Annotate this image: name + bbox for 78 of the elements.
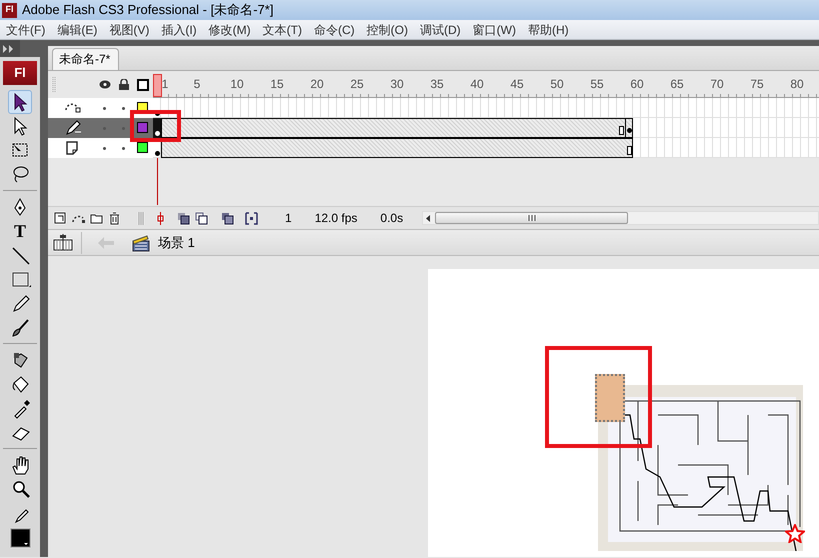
color-swatch-icon [9, 526, 31, 548]
layer-row[interactable] [48, 98, 153, 118]
visibility-dot[interactable] [103, 107, 106, 110]
scene-name[interactable]: 场景 1 [158, 232, 195, 252]
frame-number: 25 [349, 76, 365, 93]
tween-span[interactable] [161, 138, 633, 158]
frame-number: 5 [192, 76, 202, 93]
photo-placeholder [595, 374, 625, 422]
layer-color-square[interactable] [137, 142, 148, 153]
highlight-frame-overlay [130, 110, 181, 142]
keyframe[interactable] [153, 118, 161, 138]
lock-icon[interactable] [119, 79, 129, 90]
grip-icon[interactable] [52, 77, 56, 93]
star-icon [785, 524, 805, 543]
pencil-icon [65, 120, 82, 136]
menu-item[interactable]: 窗口(W) [466, 20, 522, 38]
frame-number: 20 [309, 76, 325, 93]
frame-number: 40 [469, 76, 485, 93]
frame-number: 45 [509, 76, 525, 93]
outline-square-icon[interactable] [137, 79, 149, 91]
frame-number: 10 [229, 76, 245, 93]
app-logo: Fl [2, 2, 17, 18]
clapperboard-icon [132, 234, 150, 252]
timeline-toggle-icon[interactable] [53, 232, 73, 252]
menu-item[interactable]: 文件(F) [0, 20, 52, 38]
frame-number: 55 [589, 76, 605, 93]
layer-row[interactable] [48, 118, 153, 138]
menu-item[interactable]: 命令(C) [308, 20, 361, 38]
frame-number: 50 [549, 76, 565, 93]
visibility-dot[interactable] [103, 147, 106, 150]
frame-number: 70 [709, 76, 725, 93]
menu-item[interactable]: 插入(I) [155, 20, 203, 38]
text-tool[interactable]: T [8, 219, 32, 243]
playhead-line [157, 158, 158, 205]
menu-item[interactable]: 视图(V) [103, 20, 156, 38]
onion-outline-icon[interactable] [195, 212, 208, 224]
onion-markers-icon[interactable] [245, 212, 258, 224]
folder-icon[interactable] [90, 212, 103, 224]
timeline-scrollbar[interactable] [422, 211, 819, 225]
tween-span[interactable] [161, 118, 633, 138]
scrollbar-thumb[interactable] [435, 212, 628, 224]
menu-item[interactable]: 调试(D) [414, 20, 467, 38]
frame-number: 60 [629, 76, 645, 93]
frame-number: 15 [269, 76, 285, 93]
frame-number: 80 [789, 76, 805, 93]
arrow-pointer-tool[interactable] [8, 90, 32, 114]
layer-row[interactable] [48, 138, 153, 158]
elapsed-time: 0.0s [380, 210, 404, 227]
lock-dot[interactable] [122, 147, 125, 150]
frame-number: 65 [669, 76, 685, 93]
lock-dot[interactable] [122, 107, 125, 110]
onion-skin-icon[interactable] [177, 212, 190, 224]
window-title: Adobe Flash CS3 Professional - [未命名-7*] [22, 1, 274, 20]
frame-number: 35 [429, 76, 445, 93]
frame-number: 30 [389, 76, 405, 93]
current-frame: 1 [285, 209, 292, 227]
menu-item[interactable]: 帮助(H) [522, 20, 575, 38]
frame-number: 1 [160, 76, 170, 93]
eye-icon[interactable] [99, 80, 111, 89]
frame-rate: 12.0 fps [314, 210, 358, 227]
end-frame-marker [627, 146, 632, 155]
grip-icon [528, 215, 536, 221]
back-arrow-icon [98, 236, 114, 248]
app-logo: Fl [3, 61, 37, 85]
frame-marker-icon[interactable] [157, 212, 164, 224]
expand-arrows-icon[interactable] [0, 40, 20, 57]
trash-icon[interactable] [108, 212, 121, 224]
document-tab[interactable]: 未命名-7* [52, 48, 120, 70]
frame-number: 75 [749, 76, 765, 93]
grip-icon [138, 212, 144, 224]
menu-item[interactable]: 文本(T) [256, 20, 308, 38]
menu-item[interactable]: 编辑(E) [51, 20, 104, 38]
scroll-left-icon[interactable] [426, 214, 432, 222]
menu-item[interactable]: 修改(M) [202, 20, 257, 38]
edit-frames-icon[interactable] [221, 212, 234, 224]
new-layer-icon[interactable] [54, 212, 67, 224]
menu-item[interactable]: 控制(O) [360, 20, 414, 38]
layer-color-square[interactable] [137, 122, 148, 133]
